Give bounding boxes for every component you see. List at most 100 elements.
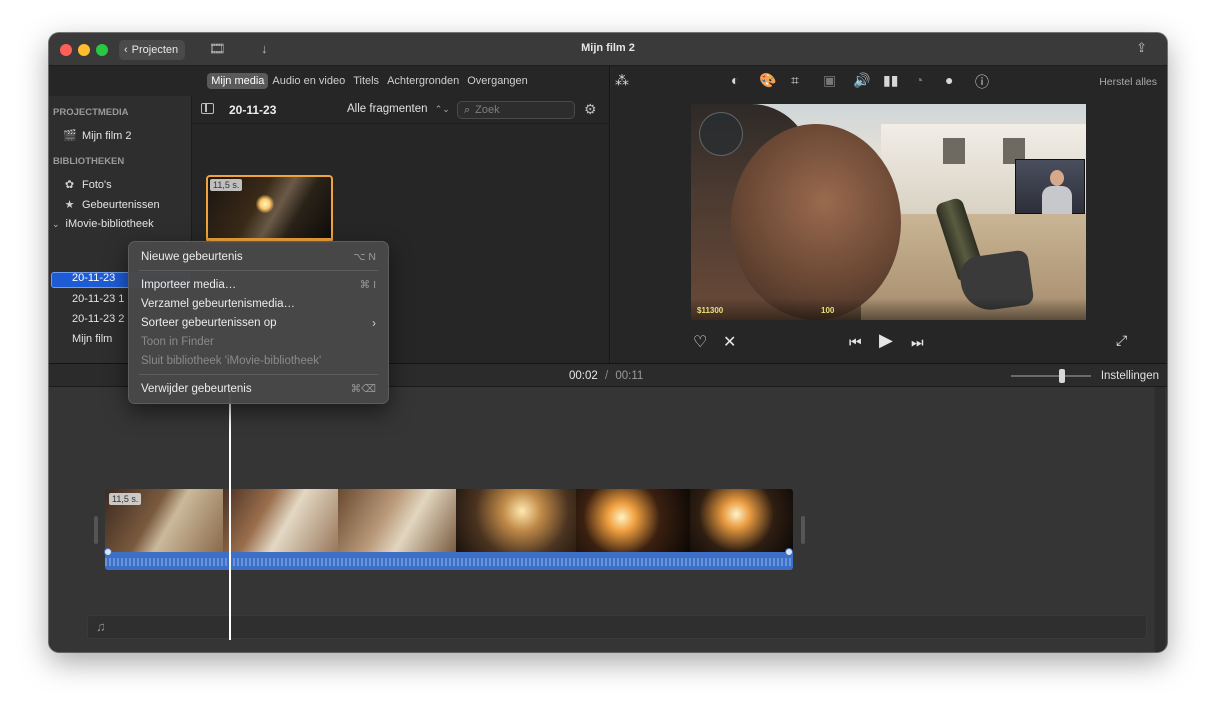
tab-audio-video[interactable]: Audio en video: [268, 73, 349, 89]
sidebar-item-events[interactable]: ★ Gebeurtenissen: [63, 198, 160, 212]
menu-item-consolidate-media[interactable]: Verzamel gebeurtenismedia…: [129, 294, 388, 313]
timeline-clip-duration: 11,5 s.: [109, 493, 142, 505]
sidebar-item-label: Foto's: [82, 178, 112, 191]
total-time: 00:11: [615, 370, 644, 382]
video-preview[interactable]: $11300 100: [691, 104, 1086, 320]
magic-wand-icon[interactable]: ⁂: [615, 72, 629, 89]
sidebar-item-event-selected[interactable]: 20-11-23: [72, 272, 115, 284]
tab-transitions[interactable]: Overgangen: [463, 73, 532, 89]
sidebar-item-label: 20-11-23: [72, 272, 116, 284]
audio-fade-handle-right[interactable]: [785, 548, 793, 556]
context-menu: Nieuwe gebeurtenis ⌥ N Importeer media… …: [128, 241, 389, 404]
background-music-well[interactable]: ♫: [87, 615, 1147, 639]
play-icon[interactable]: ▶: [879, 330, 893, 351]
project-media-header: PROJECTMEDIA: [53, 107, 129, 118]
clapperboard-icon: 🎬: [63, 130, 77, 142]
current-time: 00:02: [569, 370, 598, 382]
updown-chevron-icon: ⌃⌄: [434, 104, 450, 114]
timeline-scrollbar[interactable]: [1155, 387, 1165, 652]
equalizer-icon[interactable]: ▮▮: [883, 72, 898, 89]
menu-item-label: Importeer media…: [141, 278, 237, 291]
menu-item-label: Sorteer gebeurtenissen op: [141, 316, 277, 329]
webcam-person-body: [1042, 186, 1072, 214]
speed-gauge-icon[interactable]: ◔: [915, 72, 923, 88]
sidebar-item-label: iMovie-bibliotheek: [65, 218, 154, 230]
playback-controls: ♡ ✕ ⏮ ▶ ⏭ ⤢: [611, 328, 1167, 358]
tab-my-media[interactable]: Mijn media: [207, 73, 269, 89]
clip-trim-handle-left[interactable]: [94, 516, 98, 544]
chevron-right-icon: ›: [372, 315, 376, 330]
menu-item-shortcut: ⌥ N: [353, 250, 376, 263]
share-icon[interactable]: ⇪: [1136, 40, 1147, 56]
titlebar: ‹ Projecten 🎞 ↓ Mijn film 2 ⇪: [49, 33, 1167, 66]
webcam-person-head: [1050, 170, 1064, 186]
sidebar-item-label: 20-11-23 1: [72, 293, 125, 305]
sidebar-item-project[interactable]: 🎬 Mijn film 2: [63, 129, 132, 143]
tab-titles[interactable]: Titels: [349, 73, 383, 89]
event-title: 20-11-23: [229, 103, 277, 117]
color-balance-icon[interactable]: ◐: [731, 72, 739, 88]
menu-item-delete-event[interactable]: Verwijder gebeurtenis ⌘⌫: [129, 379, 388, 398]
menu-item-shortcut: ⌘⌫: [350, 382, 376, 395]
color-palette-icon[interactable]: 🎨: [759, 72, 776, 89]
filmstrip-frame: [690, 489, 793, 552]
zoom-slider-knob[interactable]: [1059, 369, 1065, 383]
star-icon: ★: [64, 199, 75, 211]
music-note-icon: ♫: [96, 619, 106, 634]
sidebar-item-photos[interactable]: ✿ Foto's: [63, 178, 112, 192]
menu-separator: [139, 374, 378, 375]
game-radar: [699, 112, 743, 156]
chevron-down-icon: ⌄: [52, 218, 60, 229]
clip-filter-select[interactable]: Alle fragmenten ⌃⌄: [347, 103, 450, 115]
browser-toolbar: 20-11-23 Alle fragmenten ⌃⌄ ⌕ Zoek ⚙: [192, 96, 610, 124]
sidebar-item-event[interactable]: 20-11-23 2: [72, 313, 124, 325]
crop-icon[interactable]: ⌗: [791, 72, 799, 89]
video-clip-filmstrip[interactable]: [105, 489, 793, 552]
search-input[interactable]: ⌕ Zoek: [457, 101, 575, 119]
search-placeholder: Zoek: [475, 104, 500, 116]
reset-all-button[interactable]: Herstel alles: [1099, 76, 1157, 88]
stabilization-camera-icon[interactable]: ▣: [823, 72, 836, 89]
audio-waveform-track[interactable]: [105, 552, 793, 570]
time-separator: /: [604, 370, 609, 382]
fullscreen-icon[interactable]: ⤢: [1116, 332, 1127, 349]
video-window: [943, 138, 965, 164]
sidebar-item-library[interactable]: ⌄ iMovie-bibliotheek: [52, 218, 154, 230]
timecode-display: 00:02 / 00:11: [569, 370, 643, 382]
webcam-overlay: [1015, 159, 1085, 214]
menu-item-label: Verwijder gebeurtenis: [141, 382, 252, 395]
libraries-header: BIBLIOTHEKEN: [53, 156, 125, 167]
menu-item-sort-events[interactable]: Sorteer gebeurtenissen op ›: [129, 313, 388, 332]
window-title: Mijn film 2: [581, 42, 635, 54]
skip-back-icon[interactable]: ⏮: [849, 334, 862, 351]
gear-icon[interactable]: ⚙: [584, 101, 597, 118]
menu-item-label: Nieuwe gebeurtenis: [141, 250, 243, 263]
clip-duration-badge: 11,5 s.: [210, 179, 243, 191]
media-clip-thumbnail[interactable]: 11,5 s.: [206, 175, 333, 243]
playhead[interactable]: [229, 387, 231, 640]
adjustments-toolbar: ⁂ ◐ 🎨 ⌗ ▣ 🔊 ▮▮ ◔ ● ⓘ Herstel alles: [611, 66, 1167, 96]
timeline[interactable]: 11,5 s. ♫: [49, 387, 1167, 652]
sidebar-item-event[interactable]: Mijn film: [72, 333, 112, 345]
zoom-slider-track[interactable]: [1011, 375, 1091, 377]
reject-x-icon[interactable]: ✕: [723, 332, 736, 352]
sidebar-item-label: Mijn film: [72, 333, 113, 345]
clip-trim-handle-right[interactable]: [801, 516, 805, 544]
tab-backgrounds[interactable]: Achtergronden: [383, 73, 463, 89]
sidebar-item-event[interactable]: 20-11-23 1: [72, 293, 124, 305]
sidebar-item-label: Mijn film 2: [82, 129, 132, 142]
search-icon: ⌕: [464, 103, 471, 116]
sidebar-item-label: Gebeurtenissen: [82, 198, 160, 211]
volume-icon[interactable]: 🔊: [853, 72, 870, 89]
info-icon[interactable]: ⓘ: [975, 72, 989, 92]
audio-fade-handle-left[interactable]: [104, 548, 112, 556]
menu-item-new-event[interactable]: Nieuwe gebeurtenis ⌥ N: [129, 247, 388, 266]
menu-item-close-library: Sluit bibliotheek 'iMovie-bibliotheek': [129, 351, 388, 370]
skip-forward-icon[interactable]: ⏭: [911, 334, 924, 351]
timeline-settings-button[interactable]: Instellingen: [1101, 370, 1159, 382]
filmstrip-frame: [576, 489, 690, 552]
clip-filter-icon[interactable]: ●: [945, 72, 953, 88]
toggle-sidebar-icon[interactable]: [201, 103, 214, 114]
favorite-heart-icon[interactable]: ♡: [693, 332, 707, 352]
menu-item-import-media[interactable]: Importeer media… ⌘ I: [129, 275, 388, 294]
